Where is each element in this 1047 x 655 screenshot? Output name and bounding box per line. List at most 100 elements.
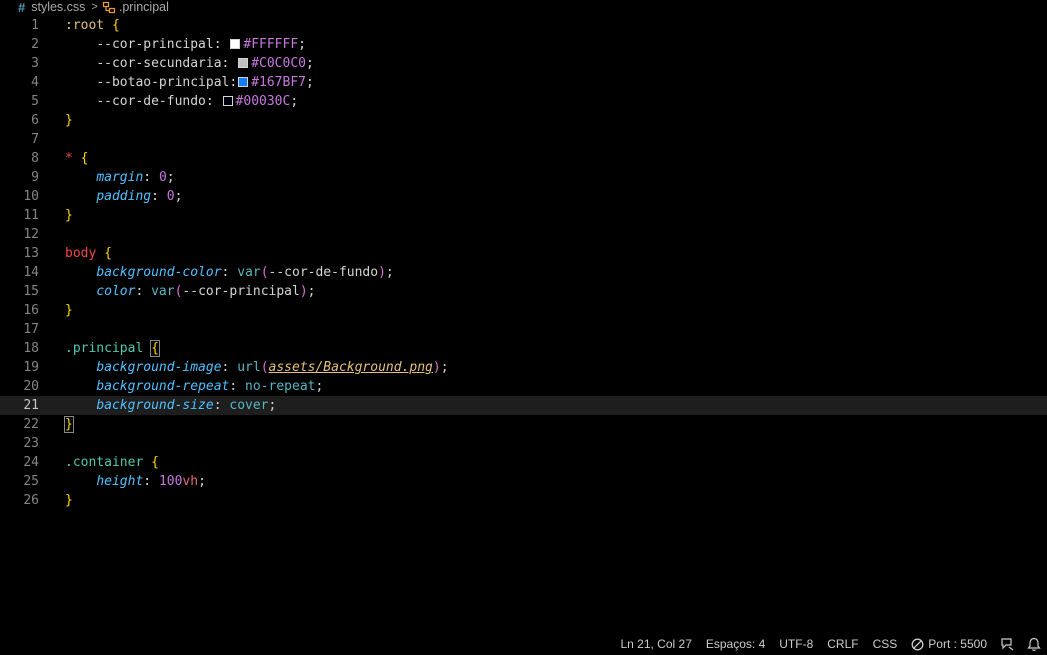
code-token: height (96, 474, 144, 489)
code-token: : (213, 398, 230, 413)
code-token: --botao-principal (96, 75, 230, 90)
line-code: } (64, 415, 74, 434)
code-token: ; (166, 170, 175, 185)
line-number: 23 (23, 436, 39, 451)
code-line[interactable]: 9 margin: 0; (0, 168, 1047, 187)
line-code: body { (65, 244, 112, 263)
code-token: * (65, 151, 73, 166)
color-swatch[interactable] (222, 96, 233, 106)
code-line[interactable]: 18 .principal { (0, 339, 1047, 358)
code-token: background-color (96, 265, 222, 280)
code-line[interactable]: 1:root { (0, 16, 1047, 35)
code-line[interactable]: 23 (0, 434, 1047, 453)
code-line[interactable]: 10 padding: 0; (0, 187, 1047, 206)
code-token: { (150, 340, 160, 357)
line-number: 14 (23, 265, 39, 280)
code-token: ) (432, 360, 441, 375)
code-line[interactable]: 19 background-image: url(assets/Backgrou… (0, 358, 1047, 377)
code-token: : (221, 265, 238, 280)
language-mode[interactable]: CSS (873, 633, 898, 655)
code-line[interactable]: 15 color: var(--cor-principal); (0, 282, 1047, 301)
code-line[interactable]: 24 .container { (0, 453, 1047, 472)
code-line[interactable]: 25 height: 100vh; (0, 472, 1047, 491)
line-number: 2 (31, 37, 39, 52)
code-token: : (229, 75, 238, 90)
line-code: --botao-principal: #167BF7; (65, 73, 314, 92)
code-line[interactable]: 11} (0, 206, 1047, 225)
line-code: * { (65, 149, 88, 168)
code-line[interactable]: 21 background-size: cover; (0, 396, 1047, 415)
code-token: --cor-de-fundo (96, 94, 206, 109)
code-line[interactable]: 2 --cor-principal: #FFFFFF; (0, 35, 1047, 54)
encoding-setting[interactable]: UTF-8 (779, 633, 813, 655)
color-swatch[interactable] (238, 77, 249, 87)
line-code: background-size: cover; (65, 396, 276, 415)
line-number: 6 (31, 113, 39, 128)
line-number: 10 (23, 189, 39, 204)
code-line[interactable]: 12 (0, 225, 1047, 244)
code-line[interactable]: 13 body { (0, 244, 1047, 263)
code-token: : (213, 37, 230, 52)
code-token: ; (315, 379, 324, 394)
code-editor[interactable]: 1:root {2 --cor-principal: #FFFFFF; 3 --c… (0, 16, 1047, 632)
bell-icon[interactable] (1027, 637, 1041, 652)
line-code: --cor-de-fundo: #00030C; (65, 92, 298, 111)
code-line[interactable]: 16} (0, 301, 1047, 320)
code-token: --cor-de-fundo (268, 265, 379, 280)
breadcrumb-symbol[interactable]: .principal (119, 0, 169, 14)
color-swatch[interactable] (230, 39, 241, 49)
live-server-port[interactable]: Port : 5500 (911, 633, 987, 655)
code-token: ; (385, 265, 394, 280)
code-line[interactable]: 4 --botao-principal: #167BF7; (0, 73, 1047, 92)
code-token: body (65, 246, 97, 261)
code-token: assets/Background.png (268, 360, 433, 375)
code-token: :root (65, 18, 105, 33)
line-number: 19 (23, 360, 39, 375)
breadcrumb: # styles.css > .principal (0, 0, 1047, 15)
code-line[interactable]: 14 background-color: var(--cor-de-fundo)… (0, 263, 1047, 282)
code-line[interactable]: 8 * { (0, 149, 1047, 168)
line-number: 26 (23, 493, 39, 508)
indentation-setting[interactable]: Espaços: 4 (706, 633, 765, 655)
line-code: --cor-principal: #FFFFFF; (65, 35, 306, 54)
code-token: ; (298, 37, 306, 52)
code-token: 0 (158, 170, 167, 185)
code-line[interactable]: 20 background-repeat: no-repeat; (0, 377, 1047, 396)
code-token: ; (307, 284, 316, 299)
eol-setting[interactable]: CRLF (827, 633, 858, 655)
code-line[interactable]: 6} (0, 111, 1047, 130)
code-token: } (65, 493, 73, 508)
color-swatch[interactable] (238, 58, 249, 68)
breadcrumb-file[interactable]: styles.css (31, 0, 85, 14)
line-code: color: var(--cor-principal); (65, 282, 315, 301)
code-token: { (80, 151, 89, 166)
code-line[interactable]: 22} (0, 415, 1047, 434)
code-token: 0 (166, 189, 175, 204)
code-line[interactable]: 3 --cor-secundaria: #C0C0C0; (0, 54, 1047, 73)
code-line[interactable]: 17 (0, 320, 1047, 339)
line-number: 21 (23, 398, 39, 413)
line-number: 9 (31, 170, 39, 185)
code-token: background-image (96, 360, 222, 375)
css-file-icon: # (18, 0, 26, 15)
line-number: 1 (31, 18, 39, 33)
code-token: #C0C0C0 (251, 56, 306, 71)
code-line[interactable]: 26} (0, 491, 1047, 510)
cursor-position[interactable]: Ln 21, Col 27 (620, 633, 691, 655)
line-code: background-color: var(--cor-de-fundo); (65, 263, 394, 282)
code-line[interactable]: 5 --cor-de-fundo: #00030C; (0, 92, 1047, 111)
code-line[interactable]: 7 (0, 130, 1047, 149)
symbol-class-icon (102, 1, 115, 13)
code-token: { (104, 246, 112, 261)
feedback-icon[interactable] (1000, 637, 1015, 652)
code-token: ; (440, 360, 449, 375)
line-number: 3 (31, 56, 39, 71)
line-number: 17 (23, 322, 39, 337)
